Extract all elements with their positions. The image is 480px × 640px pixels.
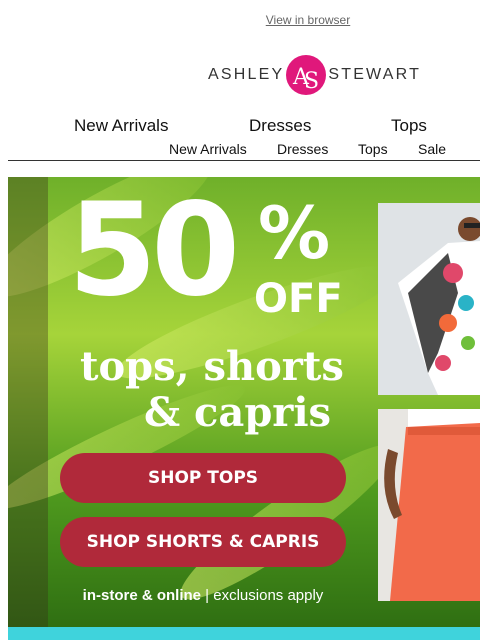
hero-banner[interactable]: 50 % OFF tops, shorts & capris SHOP TOPS…	[8, 177, 480, 627]
footnote-rest: | exclusions apply	[201, 587, 324, 604]
view-in-browser-link[interactable]: View in browser	[0, 13, 480, 27]
brand-word-left: ASHLEY	[208, 66, 285, 83]
subnav-new-arrivals[interactable]: New Arrivals	[169, 141, 247, 157]
off-label: OFF	[254, 276, 343, 322]
brand-word-right: STEWART	[328, 66, 422, 83]
model-photo-bottom[interactable]	[378, 409, 480, 601]
nav-new-arrivals[interactable]: New Arrivals	[74, 116, 168, 136]
shop-tops-button[interactable]: SHOP TOPS	[60, 453, 346, 503]
brand-logo[interactable]: ASHLEY A S STEWART	[208, 54, 421, 96]
brand-mark-icon: A S	[286, 55, 327, 95]
model-photo-top[interactable]	[378, 203, 480, 395]
nav-tops[interactable]: Tops	[391, 116, 427, 136]
headline-line-2: & capris	[144, 389, 332, 436]
next-banner-strip	[8, 627, 480, 640]
shop-shorts-capris-button[interactable]: SHOP SHORTS & CAPRIS	[60, 517, 346, 567]
percent-sign: %	[258, 191, 331, 275]
nav-dresses[interactable]: Dresses	[249, 116, 311, 136]
svg-text:S: S	[304, 69, 319, 94]
nav-divider	[8, 160, 480, 161]
subnav-sale[interactable]: Sale	[418, 141, 446, 157]
discount-number: 50	[68, 177, 240, 325]
subnav-dresses[interactable]: Dresses	[277, 141, 328, 157]
footnote-bold: in-store & online	[82, 587, 202, 604]
shadow-decoration	[8, 177, 48, 627]
headline-line-1: tops, shorts	[80, 343, 344, 390]
subnav-tops[interactable]: Tops	[358, 141, 388, 157]
offer-footnote: in-store & online | exclusions apply	[8, 587, 398, 604]
